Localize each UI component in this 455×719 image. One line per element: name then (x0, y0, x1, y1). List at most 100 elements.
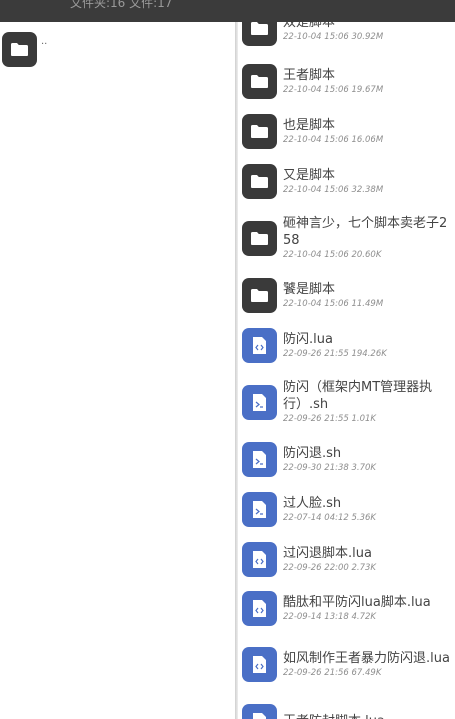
left-file-pane[interactable]: .. (0, 22, 236, 719)
lua-file-icon (242, 703, 277, 719)
folder-item[interactable]: 双是脚本 22-10-04 15:06 30.92M (238, 22, 455, 56)
parent-directory-item[interactable]: .. (2, 32, 47, 67)
item-text: 过人脸.sh 22-07-14 04:12 5.36K (283, 495, 453, 524)
item-date: 22-10-04 15:06 (283, 134, 349, 145)
item-text: 防闪.lua 22-09-26 21:55 194.26K (283, 331, 453, 360)
item-size: 194.26K (351, 348, 387, 359)
item-name: 王者脚本 (283, 67, 336, 83)
item-meta: 22-10-04 15:06 32.38M (283, 184, 453, 196)
item-name: 王者防封脚本.lua (283, 713, 453, 719)
folder-icon (242, 277, 277, 313)
item-text: 如风制作王者暴力防闪退.lua 22-09-26 21:56 67.49K (283, 650, 453, 679)
item-text: 王者脚本 22-10-04 15:06 19.67M (283, 67, 453, 96)
file-item[interactable]: 酷肽和平防闪lua脚本.lua 22-09-14 13:18 4.72K (238, 584, 455, 632)
folder-item[interactable]: 也是脚本 22-10-04 15:06 16.06M (238, 106, 455, 156)
item-size: 16.06M (351, 134, 384, 145)
folder-icon (242, 220, 277, 256)
item-name: 双是脚本 (283, 22, 336, 30)
item-text: 双是脚本 22-10-04 15:06 30.92M (283, 22, 453, 43)
item-name: 防闪.lua (283, 331, 333, 347)
lua-file-icon (242, 327, 277, 363)
item-name: 过闪退脚本.lua (283, 545, 372, 561)
item-size: 5.36K (351, 512, 376, 523)
item-name: 防闪退.sh (283, 445, 342, 461)
item-date: 22-10-04 15:06 (283, 31, 349, 42)
item-text: 过闪退脚本.lua 22-09-26 22:00 2.73K (283, 545, 453, 574)
item-meta: 22-10-04 15:06 11.49M (283, 298, 453, 310)
item-name: 又是脚本 (283, 167, 336, 183)
item-text: 饕是脚本 22-10-04 15:06 11.49M (283, 281, 453, 310)
item-meta: 22-09-26 21:55 194.26K (283, 348, 453, 360)
item-name: 砸神言少，七个脚本卖老子258 (283, 216, 448, 248)
item-date: 22-07-14 04:12 (283, 512, 349, 523)
item-size: 2.73K (351, 562, 376, 573)
item-text: 防闪退.sh 22-09-30 21:38 3.70K (283, 445, 453, 474)
item-size: 1.01K (351, 414, 376, 424)
item-date: 22-10-04 15:06 (283, 184, 349, 195)
item-date: 22-09-14 13:18 (283, 611, 349, 622)
folder-file-count: 文件夹:16 文件:17 (70, 0, 173, 10)
item-size: 19.67M (351, 84, 384, 95)
item-text: 砸神言少，七个脚本卖老子258 22-10-04 15:06 20.60K (283, 215, 453, 261)
item-meta: 22-09-26 21:56 67.49K (283, 667, 453, 679)
item-size: 11.49M (351, 298, 384, 309)
shell-file-icon (242, 384, 277, 420)
title-bar: 文件夹:16 文件:17 (0, 0, 455, 22)
item-date: 22-09-26 21:55 (283, 414, 349, 424)
folder-item[interactable]: 又是脚本 22-10-04 15:06 32.38M (238, 156, 455, 206)
item-name: 也是脚本 (283, 117, 336, 133)
item-date: 22-09-30 21:38 (283, 462, 349, 473)
parent-directory-label: .. (41, 36, 48, 47)
folder-icon (242, 163, 277, 199)
file-item[interactable]: 过闪退脚本.lua 22-09-26 22:00 2.73K (238, 534, 455, 584)
shell-file-icon (242, 441, 277, 477)
file-list: 双是脚本 22-10-04 15:06 30.92M 王者脚本 22-10-04 15… (238, 22, 455, 719)
item-text: 防闪（框架内MT管理器执行）.sh 22-09-26 21:55 1.01K (283, 379, 453, 425)
file-item[interactable]: 防闪退.sh 22-09-30 21:38 3.70K (238, 434, 455, 484)
item-meta: 22-10-04 15:06 19.67M (283, 84, 453, 96)
item-name: 如风制作王者暴力防闪退.lua (283, 650, 450, 666)
folder-item[interactable]: 砸神言少，七个脚本卖老子258 22-10-04 15:06 20.60K (238, 206, 455, 270)
item-meta: 22-09-14 13:18 4.72K (283, 611, 453, 623)
item-name: 饕是脚本 (283, 281, 336, 297)
folder-icon (242, 113, 277, 149)
item-text: 也是脚本 22-10-04 15:06 16.06M (283, 117, 453, 146)
item-date: 22-10-04 15:06 (283, 250, 349, 260)
shell-file-icon (242, 491, 277, 527)
item-meta: 22-10-04 15:06 20.60K (283, 249, 453, 261)
item-text: 王者防封脚本.lua (283, 713, 453, 719)
folder-item[interactable]: 王者脚本 22-10-04 15:06 19.67M (238, 56, 455, 106)
item-date: 22-09-26 21:55 (283, 348, 349, 359)
file-item[interactable]: 防闪（框架内MT管理器执行）.sh 22-09-26 21:55 1.01K (238, 370, 455, 434)
item-meta: 22-09-26 22:00 2.73K (283, 562, 453, 574)
lua-file-icon (242, 590, 277, 626)
item-meta: 22-10-04 15:06 16.06M (283, 134, 453, 146)
item-text: 酷肽和平防闪lua脚本.lua 22-09-14 13:18 4.72K (283, 594, 453, 623)
file-item[interactable]: 如风制作王者暴力防闪退.lua 22-09-26 21:56 67.49K (238, 632, 455, 696)
item-size: 3.70K (351, 462, 376, 473)
item-name: 酷肽和平防闪lua脚本.lua (283, 594, 431, 610)
item-size: 30.92M (351, 31, 384, 42)
item-size: 67.49K (351, 667, 382, 678)
item-meta: 22-09-30 21:38 3.70K (283, 462, 453, 474)
right-file-pane[interactable]: 双是脚本 22-10-04 15:06 30.92M 王者脚本 22-10-04 15… (238, 22, 455, 719)
item-meta: 22-07-14 04:12 5.36K (283, 512, 453, 524)
item-date: 22-10-04 15:06 (283, 84, 349, 95)
item-date: 22-09-26 21:56 (283, 667, 349, 678)
file-item[interactable]: 王者防封脚本.lua (238, 696, 455, 719)
lua-file-icon (242, 646, 277, 682)
item-date: 22-10-04 15:06 (283, 298, 349, 309)
item-size: 20.60K (351, 250, 382, 260)
folder-item[interactable]: 饕是脚本 22-10-04 15:06 11.49M (238, 270, 455, 320)
file-item[interactable]: 过人脸.sh 22-07-14 04:12 5.36K (238, 484, 455, 534)
item-meta: 22-09-26 21:55 1.01K (283, 413, 453, 425)
folder-icon (242, 63, 277, 99)
item-text: 又是脚本 22-10-04 15:06 32.38M (283, 167, 453, 196)
folder-icon (242, 22, 277, 46)
file-item[interactable]: 防闪.lua 22-09-26 21:55 194.26K (238, 320, 455, 370)
item-name: 防闪（框架内MT管理器执行）.sh (283, 380, 433, 412)
item-size: 32.38M (351, 184, 384, 195)
item-meta: 22-10-04 15:06 30.92M (283, 31, 453, 43)
item-name: 过人脸.sh (283, 495, 342, 511)
item-date: 22-09-26 22:00 (283, 562, 349, 573)
